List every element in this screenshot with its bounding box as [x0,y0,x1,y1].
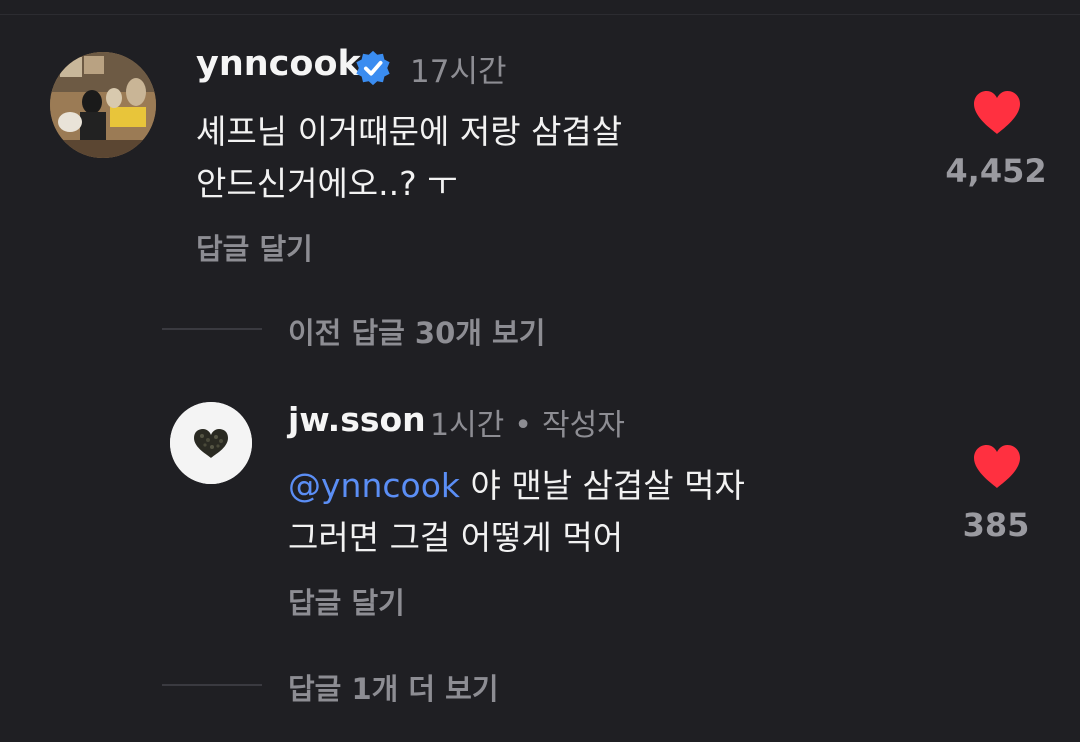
like-count: 385 [962,506,1030,544]
thread-line [162,684,262,686]
like-count: 4,452 [945,152,1047,190]
heart-like-icon[interactable] [972,90,1022,136]
avatar-jw-sson[interactable] [170,402,252,484]
username[interactable]: ynncook [196,44,361,84]
avatar-photo-icon [50,52,156,158]
heart-caviar-avatar-icon [170,402,252,484]
mention-link[interactable]: @ynncook [288,466,460,505]
author-badge: 작성자 [542,408,625,443]
comment-text-segment: 야 맨날 삼겹살 먹자 [460,466,745,505]
timestamp: 17시간 [410,54,507,90]
timestamp: 1시간 [430,408,505,443]
comment-text-line: 그러면 그걸 어떻게 먹어 [288,518,624,557]
view-more-replies-button[interactable]: 답글 1개 더 보기 [288,666,499,708]
view-previous-replies-button[interactable]: 이전 답글 30개 보기 [288,310,545,352]
avatar-ynncook[interactable] [50,52,156,158]
comment-text-line: 셰프님 이거때문에 저랑 삼겹살 [196,112,623,151]
timestamp-line: 1시간 • 작성자 [430,400,625,444]
username[interactable]: jw.sson [288,400,426,439]
comment-text: @ynncook 야 맨날 삼겹살 먹자 그러면 그걸 어떻게 먹어 [288,460,745,564]
comments-thread: ynncook 17시간 셰프님 이거때문에 저랑 삼겹살 안드신거에오..? … [0,0,1080,742]
comment-text-line: @ynncook 야 맨날 삼겹살 먹자 [288,460,745,512]
verified-badge-icon [356,50,390,86]
reply-button[interactable]: 답글 달기 [196,226,313,268]
comment-text-line: 안드신거에오..? ㅜ [196,164,458,203]
comment-text: 셰프님 이거때문에 저랑 삼겹살 안드신거에오..? ㅜ [196,106,622,210]
thread-line [162,328,262,330]
separator-dot: • [514,408,532,443]
heart-like-icon[interactable] [972,444,1022,490]
divider [0,14,1080,15]
reply-button[interactable]: 답글 달기 [288,580,405,622]
